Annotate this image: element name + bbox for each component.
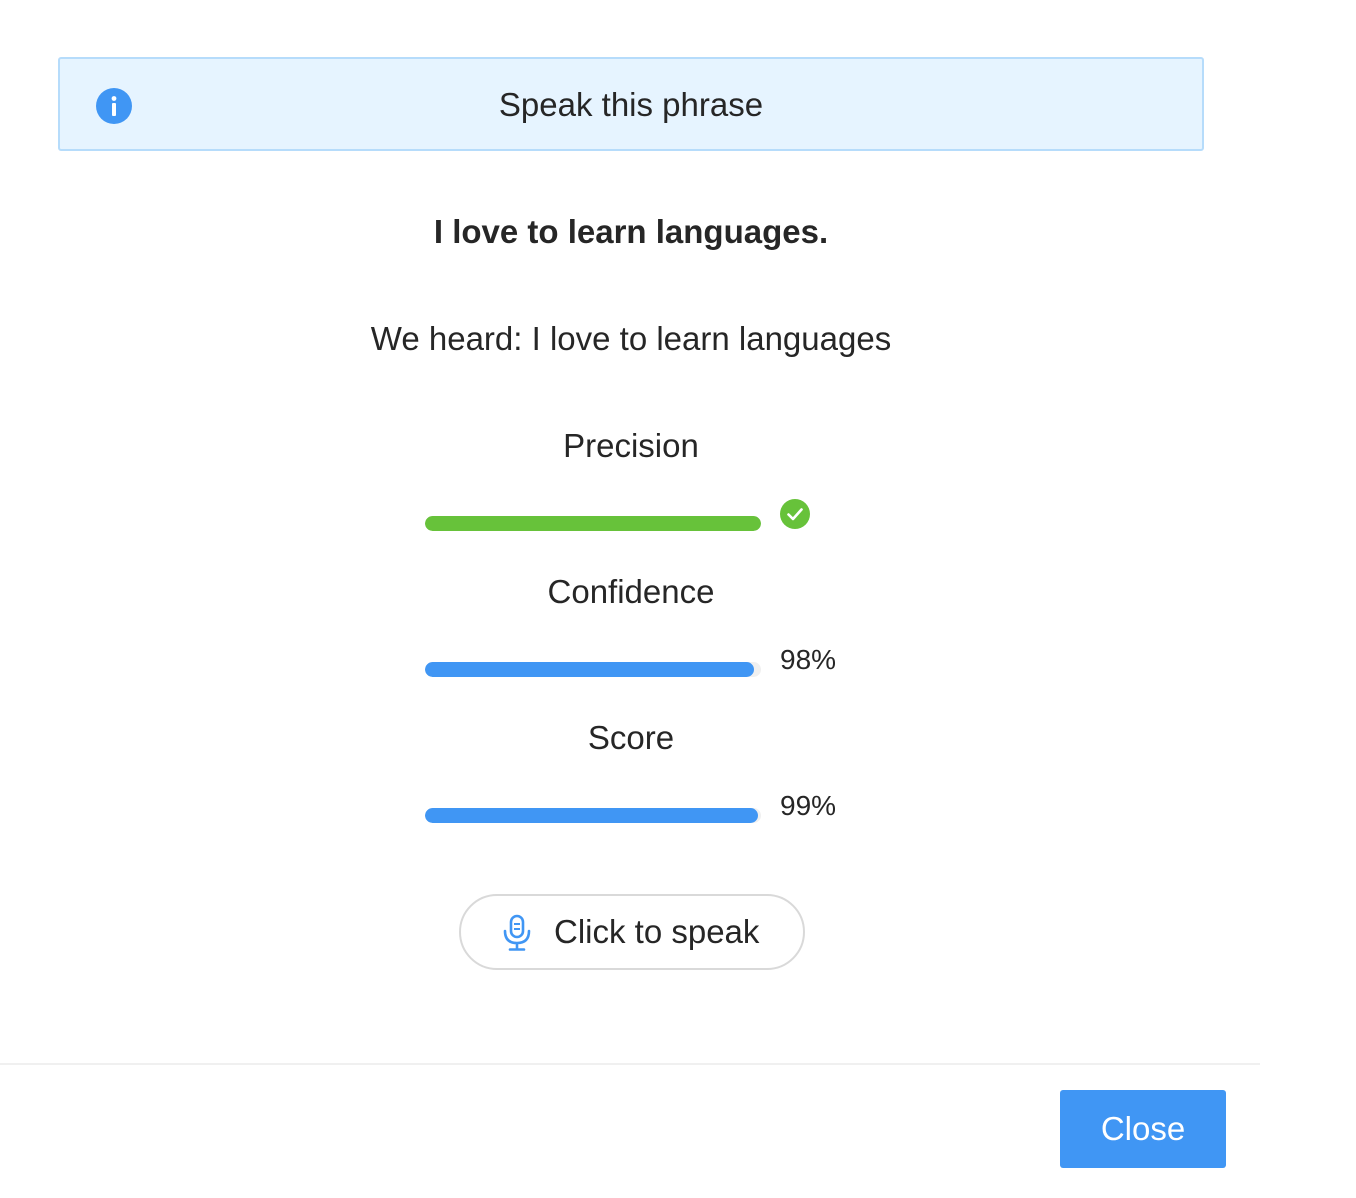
confidence-percent: 98% <box>780 644 837 675</box>
confidence-progress-fill <box>425 662 755 677</box>
instruction-alert: Speak this phrase <box>58 57 1204 151</box>
precision-progress-bar <box>425 516 761 531</box>
score-progress-bar <box>425 808 761 823</box>
score-progress-fill <box>425 808 758 823</box>
score-label: Score <box>587 719 675 756</box>
speech-practice-dialog: Speak this phrase I love to learn langua… <box>0 0 1260 1198</box>
precision-label: Precision <box>563 427 699 464</box>
confidence-label: Confidence <box>547 573 715 610</box>
click-to-speak-button[interactable]: Click to speak <box>459 894 805 970</box>
score-percent: 99% <box>780 790 837 821</box>
precision-progress-fill <box>425 516 761 531</box>
microphone-icon <box>501 914 533 952</box>
alert-text: Speak this phrase <box>498 86 764 123</box>
footer-divider <box>0 1063 1260 1065</box>
recognized-text: We heard: I love to learn languages <box>370 320 892 357</box>
check-circle-icon <box>780 499 810 529</box>
click-to-speak-label: Click to speak <box>554 913 760 950</box>
confidence-progress-bar <box>425 662 761 677</box>
target-phrase: I love to learn languages. <box>433 213 829 250</box>
close-button[interactable]: Close <box>1060 1090 1226 1168</box>
